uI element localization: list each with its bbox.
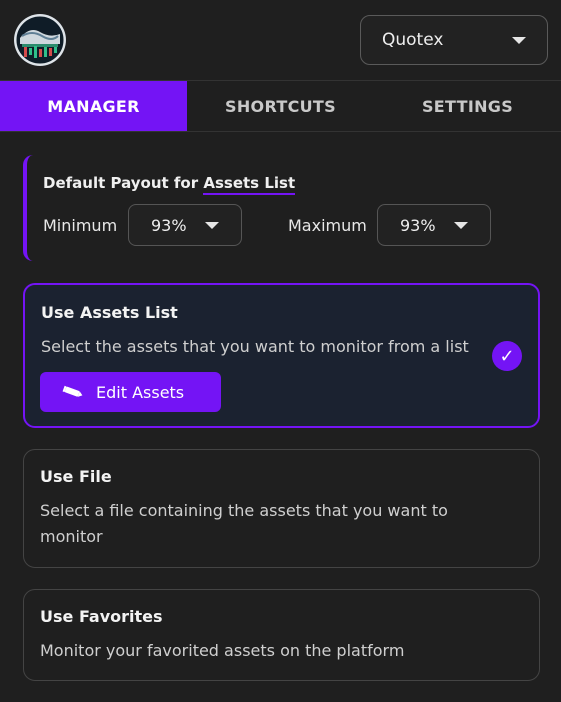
- edit-assets-label: Edit Assets: [96, 382, 185, 402]
- chevron-down-icon: [205, 222, 219, 229]
- platform-select-value: Quotex: [382, 30, 444, 50]
- maximum-payout-value: 93%: [400, 215, 436, 235]
- option-description-line-2: monitor: [40, 527, 103, 546]
- tab-manager[interactable]: MANAGER: [0, 81, 187, 131]
- option-title: Use File: [40, 467, 112, 486]
- option-title: Use Favorites: [40, 607, 163, 626]
- option-description: Select the assets that you want to monit…: [41, 337, 469, 356]
- tab-shortcuts[interactable]: SHORTCUTS: [187, 81, 374, 131]
- platform-select[interactable]: Quotex: [360, 15, 548, 65]
- checkmark-icon: ✓: [492, 341, 522, 371]
- maximum-payout-select[interactable]: 93%: [377, 204, 491, 246]
- option-description: Monitor your favorited assets on the pla…: [40, 641, 405, 660]
- tab-bar: MANAGER SHORTCUTS SETTINGS: [0, 80, 561, 132]
- app-logo-icon: [14, 14, 66, 66]
- chevron-down-icon: [454, 222, 468, 229]
- option-use-file[interactable]: Use File Select a file containing the as…: [23, 449, 540, 568]
- chevron-down-icon: [512, 37, 526, 44]
- option-title: Use Assets List: [41, 303, 178, 322]
- default-payout-section: Default Payout for Assets List Minimum 9…: [23, 155, 523, 261]
- minimum-label: Minimum: [43, 216, 118, 235]
- tab-settings[interactable]: SETTINGS: [374, 81, 561, 131]
- minimum-payout-select[interactable]: 93%: [128, 204, 242, 246]
- pencil-icon: [62, 385, 84, 399]
- option-description-line-1: Select a file containing the assets that…: [40, 501, 448, 520]
- minimum-payout-value: 93%: [151, 215, 187, 235]
- payout-title: Default Payout for Assets List: [43, 174, 296, 195]
- header: Quotex: [0, 0, 561, 80]
- maximum-label: Maximum: [288, 216, 367, 235]
- option-use-assets-list[interactable]: Use Assets List Select the assets that y…: [23, 283, 540, 428]
- assets-list-link[interactable]: Assets List: [203, 174, 296, 195]
- edit-assets-button[interactable]: Edit Assets: [40, 372, 221, 412]
- payout-title-prefix: Default Payout for: [43, 174, 199, 192]
- option-use-favorites[interactable]: Use Favorites Monitor your favorited ass…: [23, 589, 540, 681]
